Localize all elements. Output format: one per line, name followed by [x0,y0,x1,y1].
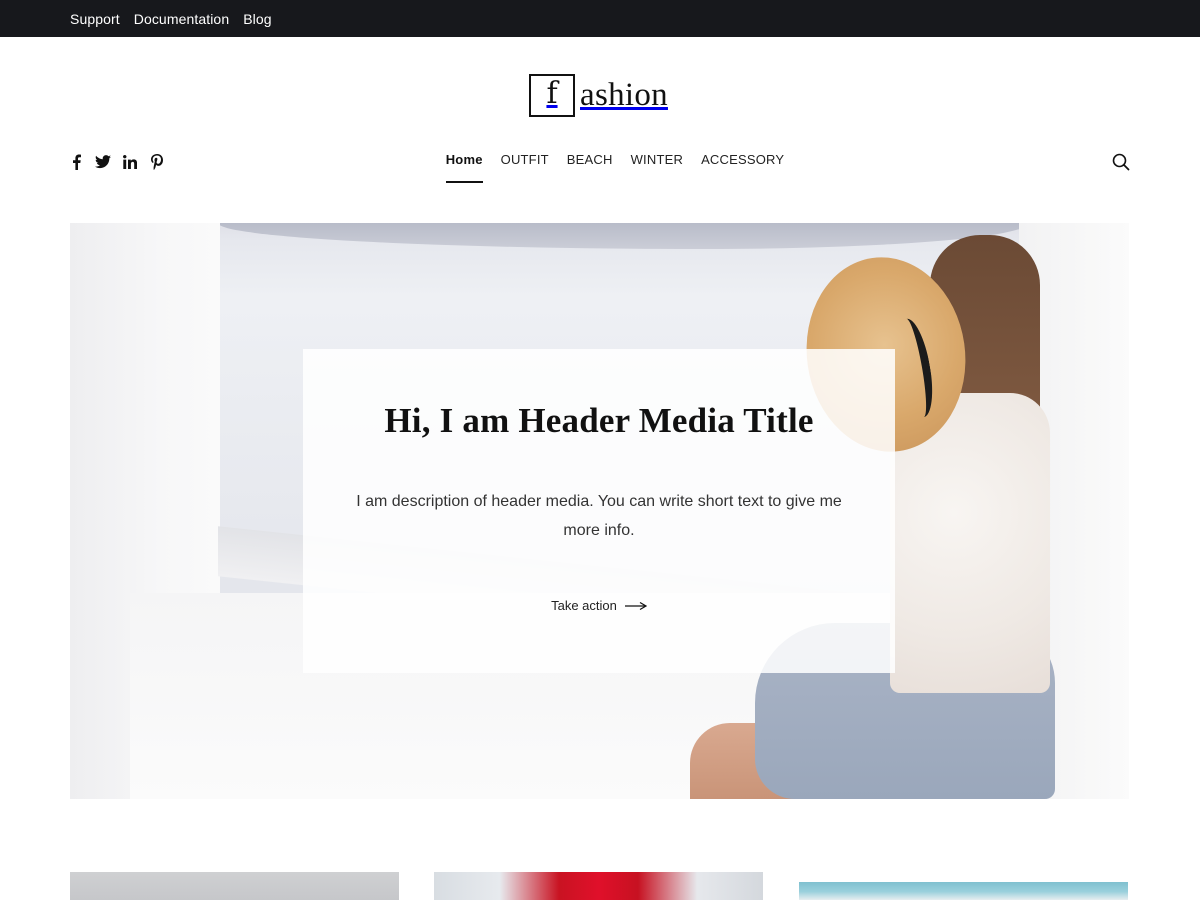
hero-description: I am description of header media. You ca… [356,493,842,539]
arrow-right-icon [624,601,647,611]
take-action-label: Take action [551,598,617,613]
search-icon[interactable] [1112,153,1130,171]
main-navigation: Home OUTFIT BEACH WINTER ACCESSORY [0,152,1200,183]
logo-boxed-letter: f [529,74,575,117]
post-card-thumbnail[interactable] [799,872,1128,900]
nav-item-accessory[interactable]: ACCESSORY [701,152,784,183]
take-action-button[interactable]: Take action [303,598,895,613]
header-media: Hi, I am Header Media Title I am descrip… [70,223,1129,799]
nav-item-home[interactable]: Home [445,152,483,183]
logo-text: ashion [580,77,668,113]
blog-link[interactable]: Blog [243,11,271,27]
top-links: Support Documentation Blog [70,0,272,37]
site-logo[interactable]: f ashion [529,74,668,117]
hero-title: Hi, I am Header Media Title [384,401,814,440]
documentation-link[interactable]: Documentation [134,11,229,27]
post-card-thumbnail[interactable] [434,872,763,900]
nav-item-outfit[interactable]: OUTFIT [501,152,549,183]
top-bar: Support Documentation Blog [0,0,1200,37]
nav-item-beach[interactable]: BEACH [567,152,613,183]
post-card-thumbnail[interactable] [70,872,399,900]
hero-content-card: Hi, I am Header Media Title I am descrip… [303,349,895,673]
support-link[interactable]: Support [70,11,120,27]
nav-item-winter[interactable]: WINTER [631,152,683,183]
